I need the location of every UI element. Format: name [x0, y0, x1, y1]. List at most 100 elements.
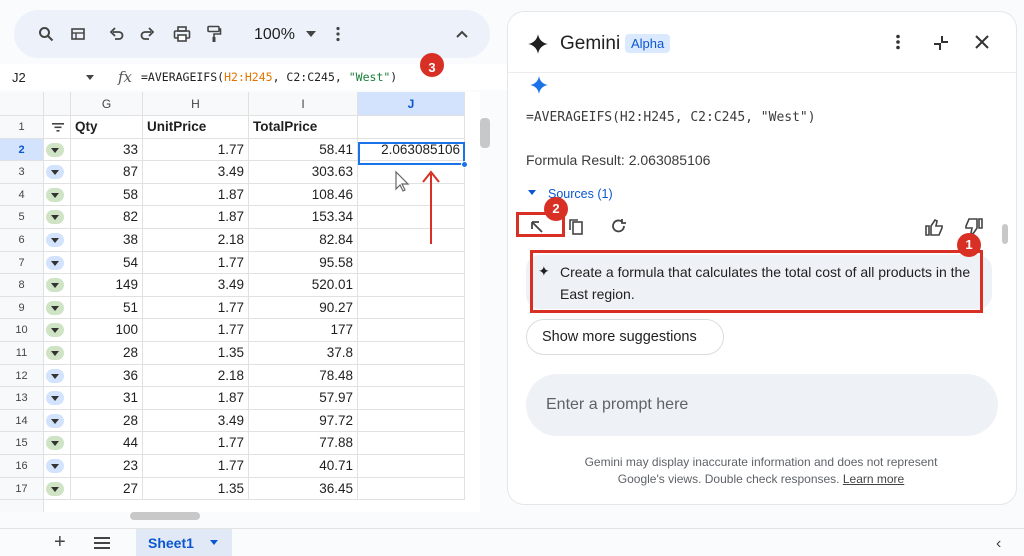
unitprice-cell[interactable]: 3.49 [143, 274, 249, 297]
dropdown-chip[interactable] [46, 368, 64, 383]
chevron-up-icon[interactable] [452, 24, 472, 44]
dropdown-chip[interactable] [46, 233, 64, 247]
row-header[interactable]: 16 [0, 455, 44, 478]
row-header[interactable]: 7 [0, 251, 44, 275]
qty-cell[interactable]: 100 [71, 319, 143, 342]
empty-cell[interactable] [358, 296, 465, 320]
qty-cell[interactable]: 149 [71, 274, 143, 297]
unitprice-cell[interactable]: 1.77 [143, 251, 249, 275]
unitprice-cell[interactable]: 2.18 [143, 229, 249, 252]
unitprice-cell[interactable]: 1.87 [143, 206, 249, 229]
qty-cell[interactable]: 54 [71, 251, 143, 275]
empty-cell[interactable] [358, 206, 465, 229]
chevron-left-icon[interactable]: ‹ [996, 535, 1001, 553]
empty-cell[interactable] [358, 387, 465, 410]
row-header[interactable]: 17 [0, 477, 44, 501]
dropdown-cell[interactable] [44, 206, 71, 229]
totalprice-cell[interactable]: 78.48 [249, 364, 358, 388]
panel-scrollbar[interactable] [1002, 224, 1008, 244]
chevron-down-icon[interactable] [210, 540, 218, 545]
formula-input[interactable]: =AVERAGEIFS(H2:H245, C2:C245, "West") [141, 70, 397, 84]
header-cell[interactable]: Qty [71, 116, 143, 139]
chevron-down-icon[interactable] [528, 190, 536, 195]
qty-cell[interactable]: 28 [71, 342, 143, 365]
dropdown-cell[interactable] [44, 138, 71, 162]
dropdown-cell[interactable] [44, 251, 71, 275]
totalprice-cell[interactable]: 95.58 [249, 251, 358, 275]
column-header[interactable] [44, 92, 71, 116]
dropdown-chip[interactable] [46, 142, 64, 157]
dropdown-chip[interactable] [46, 187, 64, 202]
totalprice-cell[interactable]: 36.45 [249, 477, 358, 501]
header-cell[interactable]: TotalPrice [249, 116, 358, 139]
unitprice-cell[interactable]: 3.49 [143, 409, 249, 433]
dropdown-chip[interactable] [46, 391, 64, 406]
empty-cell[interactable] [358, 342, 465, 365]
row-header[interactable]: 5 [0, 206, 44, 229]
corner-cell[interactable] [0, 92, 44, 116]
regenerate-icon[interactable] [610, 218, 628, 236]
dropdown-chip[interactable] [46, 436, 64, 451]
empty-cell[interactable] [358, 183, 465, 207]
row-header[interactable]: 12 [0, 364, 44, 388]
dropdown-cell[interactable] [44, 432, 71, 455]
totalprice-cell[interactable]: 40.71 [249, 455, 358, 478]
column-header-h[interactable]: H [143, 92, 249, 116]
empty-cell[interactable] [358, 364, 465, 388]
add-sheet-button[interactable]: + [54, 531, 66, 554]
row-header[interactable]: 11 [0, 342, 44, 365]
row-header[interactable]: 1 [0, 116, 44, 139]
qty-cell[interactable]: 82 [71, 206, 143, 229]
unitprice-cell[interactable]: 1.77 [143, 319, 249, 342]
unitprice-cell[interactable]: 1.77 [143, 138, 249, 162]
dropdown-chip[interactable] [46, 459, 64, 473]
row-header[interactable]: 6 [0, 229, 44, 252]
dropdown-cell[interactable] [44, 274, 71, 297]
vertical-scrollbar[interactable] [480, 118, 490, 148]
unitprice-cell[interactable]: 1.35 [143, 342, 249, 365]
undo-icon[interactable] [106, 24, 126, 44]
row-header[interactable]: 14 [0, 409, 44, 433]
row-header[interactable] [0, 500, 44, 512]
unitprice-cell[interactable]: 1.77 [143, 432, 249, 455]
totalprice-cell[interactable]: 77.88 [249, 432, 358, 455]
empty-cell[interactable] [358, 229, 465, 252]
qty-cell[interactable]: 33 [71, 138, 143, 162]
dropdown-cell[interactable] [44, 364, 71, 388]
thumbs-up-icon[interactable] [924, 218, 944, 236]
fill-handle[interactable] [461, 161, 468, 168]
unitprice-cell[interactable]: 1.87 [143, 183, 249, 207]
header-cell[interactable]: UnitPrice [143, 116, 249, 139]
chevron-down-icon[interactable] [306, 31, 316, 37]
dropdown-cell[interactable] [44, 409, 71, 433]
empty-cell[interactable] [358, 432, 465, 455]
unitprice-cell[interactable]: 1.35 [143, 477, 249, 501]
totalprice-cell[interactable]: 57.97 [249, 387, 358, 410]
copy-icon[interactable] [568, 218, 584, 236]
qty-cell[interactable]: 87 [71, 161, 143, 184]
header-cell[interactable] [358, 116, 465, 139]
row-header[interactable]: 15 [0, 432, 44, 455]
close-icon[interactable] [974, 34, 990, 50]
row-header[interactable]: 8 [0, 274, 44, 297]
filter-cell[interactable] [44, 116, 71, 139]
dropdown-chip[interactable] [46, 165, 64, 180]
dropdown-cell[interactable] [44, 477, 71, 501]
dropdown-chip[interactable] [46, 278, 64, 293]
dropdown-cell[interactable] [44, 161, 71, 184]
dropdown-chip[interactable] [46, 300, 64, 315]
redo-icon[interactable] [138, 24, 158, 44]
qty-cell[interactable]: 27 [71, 477, 143, 501]
print-icon[interactable] [172, 24, 192, 44]
name-box-dropdown-icon[interactable] [86, 75, 94, 80]
column-header-g[interactable]: G [71, 92, 143, 116]
prompt-input[interactable]: Enter a prompt here [526, 374, 998, 436]
dropdown-cell[interactable] [44, 183, 71, 207]
spreadsheet-grid[interactable]: G H I J 1 Qty UnitPrice TotalPrice 2 33 1.77 58.41 2… [0, 92, 480, 512]
filter-icon[interactable] [52, 123, 64, 132]
qty-cell[interactable]: 44 [71, 432, 143, 455]
totalprice-cell[interactable]: 177 [249, 319, 358, 342]
column-header-j[interactable]: J [358, 92, 465, 116]
dropdown-cell[interactable] [44, 387, 71, 410]
empty-cell[interactable] [358, 477, 465, 501]
